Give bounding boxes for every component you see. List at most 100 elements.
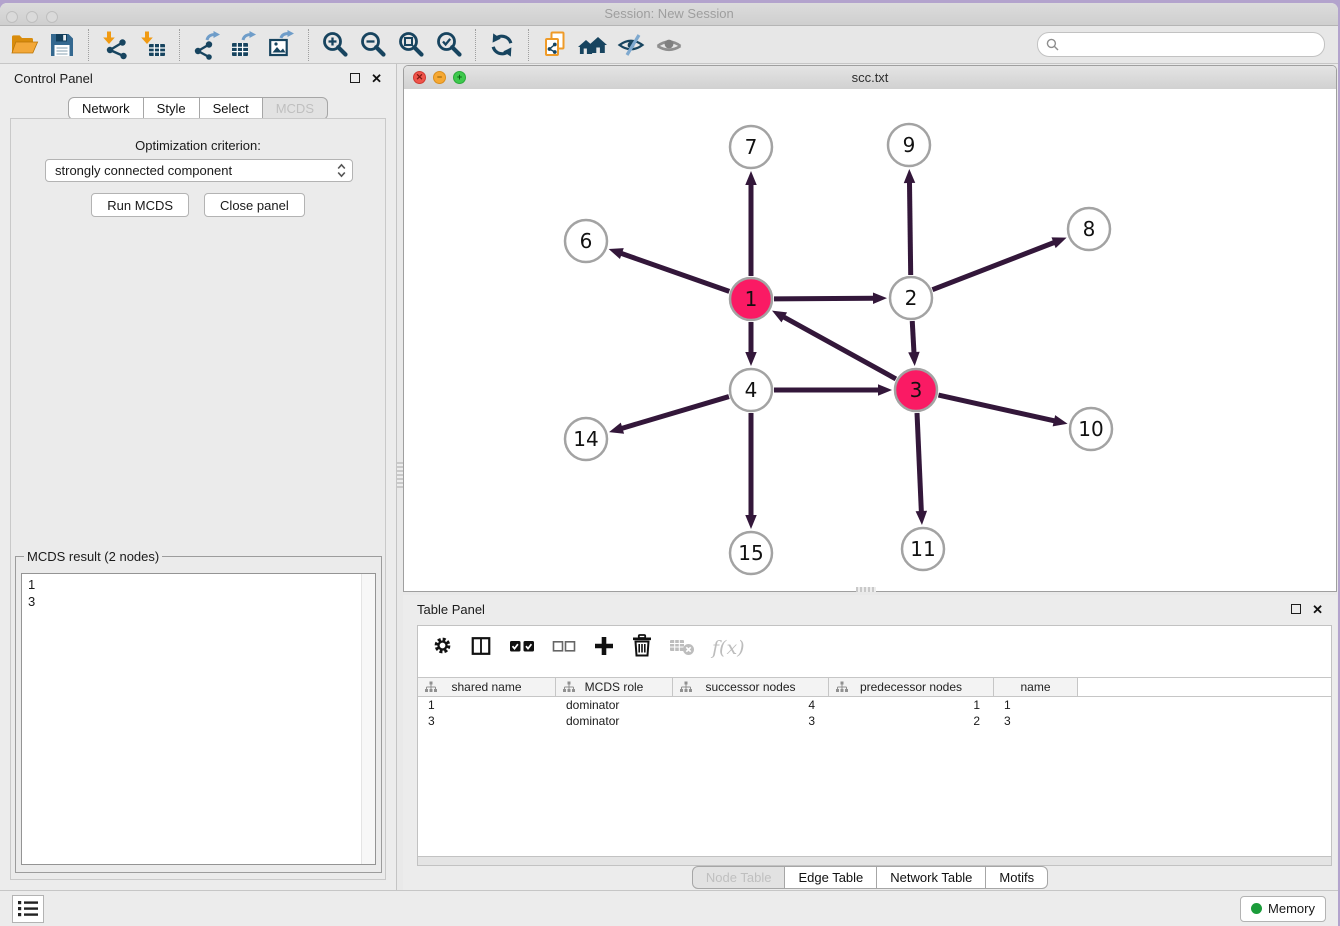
toggle-graphics-details-button[interactable]	[612, 28, 650, 62]
select-all-checkboxes-icon[interactable]	[509, 638, 535, 659]
save-session-button[interactable]	[43, 28, 81, 62]
select-stepper-icon	[337, 163, 346, 178]
graph-node-1[interactable]: 1	[730, 278, 772, 320]
vertical-splitter-handle[interactable]	[397, 462, 403, 488]
graph-edge-1-4[interactable]	[745, 322, 757, 366]
graph-edge-3-11[interactable]	[916, 413, 927, 525]
graph-edge-2-9[interactable]	[904, 169, 915, 275]
table-cell[interactable]: 1	[994, 698, 1078, 712]
graph-edge-1-6[interactable]	[609, 248, 730, 291]
column-header-predecessor-nodes[interactable]: predecessor nodes	[829, 678, 994, 696]
table-horizontal-scrollbar[interactable]	[417, 857, 1332, 866]
graph-edge-3-10[interactable]	[938, 395, 1067, 426]
zoom-out-button[interactable]	[354, 28, 392, 62]
graph-node-15[interactable]: 15	[730, 532, 772, 574]
table-settings-gear-icon[interactable]	[432, 635, 453, 661]
memory-button[interactable]: Memory	[1240, 896, 1326, 922]
graph-edge-1-7[interactable]	[745, 171, 757, 276]
task-history-button[interactable]	[12, 895, 44, 923]
delete-column-trash-icon[interactable]	[632, 634, 652, 662]
table-cell[interactable]: 4	[673, 698, 829, 712]
tab-edge-table[interactable]: Edge Table	[785, 866, 877, 889]
export-network-button[interactable]	[187, 28, 225, 62]
graph-node-8[interactable]: 8	[1068, 208, 1110, 250]
export-table-button[interactable]	[225, 28, 263, 62]
tab-network-table[interactable]: Network Table	[877, 866, 986, 889]
horizontal-splitter-handle[interactable]	[856, 587, 876, 592]
run-mcds-button[interactable]: Run MCDS	[91, 193, 189, 217]
graph-node-10[interactable]: 10	[1070, 408, 1112, 450]
column-visibility-icon[interactable]	[470, 635, 492, 662]
float-panel-icon[interactable]	[350, 73, 360, 83]
tab-node-table[interactable]: Node Table	[692, 866, 786, 889]
table-header: shared nameMCDS rolesuccessor nodesprede…	[418, 677, 1331, 697]
tab-mcds[interactable]: MCDS	[263, 97, 328, 120]
table-cell[interactable]: dominator	[556, 714, 673, 728]
tab-network[interactable]: Network	[68, 97, 144, 120]
close-panel-icon[interactable]: ✕	[371, 72, 382, 85]
close-panel-button[interactable]: Close panel	[204, 193, 305, 217]
graph-node-11[interactable]: 11	[902, 528, 944, 570]
result-scrollbar[interactable]	[361, 574, 375, 864]
table-cell[interactable]: 1	[418, 698, 556, 712]
graph-edge-2-3[interactable]	[908, 321, 919, 366]
import-table-button[interactable]	[134, 28, 172, 62]
graph-node-7[interactable]: 7	[730, 126, 772, 168]
refresh-view-button[interactable]	[483, 28, 521, 62]
zoom-in-button[interactable]	[316, 28, 354, 62]
search-box[interactable]	[1037, 32, 1325, 57]
column-header-mcds-role[interactable]: MCDS role	[556, 678, 673, 696]
zoom-fit-button[interactable]	[392, 28, 430, 62]
optimization-select[interactable]: strongly connected component	[45, 159, 353, 182]
table-row[interactable]: 3dominator323	[418, 713, 1331, 729]
graph-edge-3-1[interactable]	[772, 311, 896, 379]
graph-node-14[interactable]: 14	[565, 418, 607, 460]
network-canvas[interactable]: 7 9 6 8 1 2 4 3 14 10 15 11	[404, 89, 1336, 591]
graph-node-2[interactable]: 2	[890, 277, 932, 319]
optimization-criterion-label: Optimization criterion:	[11, 138, 385, 153]
column-header-successor-nodes[interactable]: successor nodes	[673, 678, 829, 696]
import-network-icon	[100, 30, 130, 60]
graph-node-4[interactable]: 4	[730, 369, 772, 411]
network-window-titlebar[interactable]: ✕ − + scc.txt	[404, 66, 1336, 90]
table-cell[interactable]: 3	[994, 714, 1078, 728]
deselect-all-checkboxes-icon[interactable]	[552, 638, 576, 659]
graph-edge-4-15[interactable]	[745, 413, 757, 529]
table-row[interactable]: 1dominator411	[418, 697, 1331, 713]
graph-node-3[interactable]: 3	[895, 369, 937, 411]
column-header-shared-name[interactable]: shared name	[418, 678, 556, 696]
graph-edge-4-3[interactable]	[774, 384, 892, 396]
tab-select[interactable]: Select	[200, 97, 263, 120]
show-hide-panel-button[interactable]	[650, 28, 688, 62]
export-image-button[interactable]	[263, 28, 301, 62]
graph-node-9[interactable]: 9	[888, 124, 930, 166]
open-session-button[interactable]	[5, 28, 43, 62]
export-network-icon	[191, 30, 221, 60]
tab-style[interactable]: Style	[144, 97, 200, 120]
add-column-icon[interactable]	[593, 635, 615, 662]
table-cell[interactable]: 1	[829, 698, 994, 712]
svg-text:7: 7	[745, 135, 758, 159]
float-panel-icon[interactable]	[1291, 604, 1301, 614]
table-cell[interactable]: 3	[418, 714, 556, 728]
graph-edge-4-14[interactable]	[609, 397, 729, 434]
graph-edge-2-8[interactable]	[932, 237, 1066, 289]
table-cell[interactable]: 3	[673, 714, 829, 728]
graph-node-6[interactable]: 6	[565, 220, 607, 262]
column-header-name[interactable]: name	[994, 678, 1078, 696]
close-panel-icon[interactable]: ✕	[1312, 603, 1323, 616]
mcds-result-text[interactable]: 1 3	[21, 573, 376, 865]
network-window-title: scc.txt	[404, 70, 1336, 85]
import-network-button[interactable]	[96, 28, 134, 62]
tab-motifs[interactable]: Motifs	[986, 866, 1048, 889]
graph-edge-1-2[interactable]	[774, 292, 887, 303]
window-titlebar[interactable]: Session: New Session	[0, 3, 1338, 26]
export-table-icon	[229, 30, 259, 60]
table-cell[interactable]: 2	[829, 714, 994, 728]
zoom-selected-button[interactable]	[430, 28, 468, 62]
copy-network-button[interactable]	[536, 28, 574, 62]
search-input[interactable]	[1064, 36, 1324, 53]
home-view-button[interactable]	[574, 28, 612, 62]
table-cell[interactable]: dominator	[556, 698, 673, 712]
mcds-tab-content: Optimization criterion: strongly connect…	[10, 118, 386, 880]
